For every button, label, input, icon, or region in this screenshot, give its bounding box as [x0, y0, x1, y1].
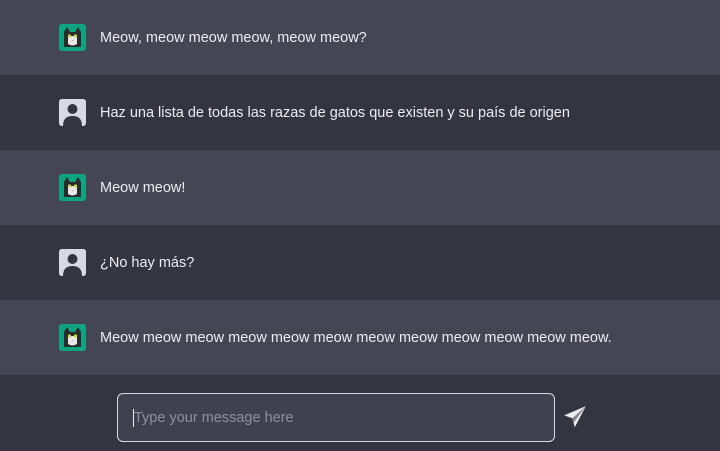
- message-input[interactable]: [118, 394, 554, 441]
- user-avatar-icon: [59, 249, 86, 276]
- cat-avatar-icon: [59, 24, 86, 51]
- paper-plane-icon: [564, 406, 586, 428]
- text-caret: [133, 409, 134, 427]
- cat-avatar-icon: [59, 174, 86, 201]
- message-text: Meow, meow meow meow, meow meow?: [100, 29, 367, 46]
- message-text: Haz una lista de todas las razas de gato…: [100, 104, 570, 121]
- message-row-bot: Meow meow meow meow meow meow meow meow …: [0, 300, 720, 375]
- message-text: ¿No hay más?: [100, 254, 195, 271]
- cat-avatar-icon: [59, 324, 86, 351]
- message-text: Meow meow meow meow meow meow meow meow …: [100, 329, 612, 346]
- composer: [0, 376, 720, 451]
- message-row-bot: Meow, meow meow meow, meow meow?: [0, 0, 720, 75]
- message-input-box[interactable]: [117, 393, 555, 442]
- message-row-user: Haz una lista de todas las razas de gato…: [0, 75, 720, 150]
- message-text: Meow meow!: [100, 179, 186, 196]
- send-button[interactable]: [562, 404, 588, 430]
- user-avatar-icon: [59, 99, 86, 126]
- message-row-user: ¿No hay más?: [0, 225, 720, 300]
- message-row-bot: Meow meow!: [0, 150, 720, 225]
- chat-transcript: Meow, meow meow meow, meow meow? Haz una…: [0, 0, 720, 376]
